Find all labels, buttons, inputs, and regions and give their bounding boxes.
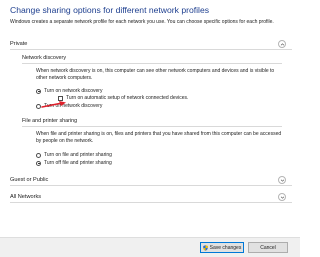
cancel-label: Cancel — [260, 244, 276, 251]
section-divider — [10, 185, 292, 186]
file-printer-sharing-heading: File and printer sharing — [22, 118, 78, 124]
section-divider — [10, 202, 292, 203]
option-label: Turn off file and printer sharing — [44, 160, 112, 166]
auto-setup-devices-option[interactable]: Turn on automatic setup of network conne… — [58, 95, 188, 101]
checkbox[interactable] — [58, 95, 63, 101]
option-label: Turn on file and printer sharing — [44, 152, 112, 158]
chevron-up-icon — [280, 42, 284, 45]
save-changes-label: Save changes — [209, 244, 242, 251]
option-label: Turn on network discovery — [44, 88, 103, 94]
all-networks-expand-button[interactable] — [278, 193, 286, 201]
chevron-down-icon — [280, 179, 284, 182]
subsection-divider — [22, 63, 282, 64]
annotation-arrow-icon — [41, 101, 66, 108]
radio-unselected[interactable] — [36, 152, 41, 158]
option-label: Turn on automatic setup of network conne… — [66, 95, 189, 101]
section-divider — [10, 49, 292, 50]
section-all-networks-label: All Networks — [10, 194, 42, 200]
turn-on-file-sharing-option[interactable]: Turn on file and printer sharing — [36, 152, 112, 158]
save-changes-button[interactable]: Save changes — [200, 242, 244, 253]
section-private-label: Private — [10, 41, 28, 47]
uac-shield-icon — [202, 244, 208, 251]
page-intro: Windows creates a separate network profi… — [10, 19, 274, 25]
network-discovery-description: When network discovery is on, this compu… — [36, 68, 275, 81]
turn-off-file-sharing-option[interactable]: Turn off file and printer sharing — [36, 160, 112, 166]
cancel-button[interactable]: Cancel — [248, 242, 288, 253]
private-collapse-button[interactable] — [278, 40, 286, 48]
section-guest-public-label: Guest or Public — [10, 177, 49, 183]
network-discovery-heading: Network discovery — [22, 55, 67, 61]
guest-public-expand-button[interactable] — [278, 176, 286, 184]
subsection-divider — [22, 126, 282, 127]
chevron-down-icon — [280, 196, 284, 199]
page-title: Change sharing options for different net… — [10, 5, 210, 15]
radio-selected[interactable] — [36, 160, 41, 166]
radio-selected[interactable] — [36, 88, 41, 94]
turn-on-network-discovery-option[interactable]: Turn on network discovery — [36, 88, 102, 94]
file-printer-sharing-description: When file and printer sharing is on, fil… — [36, 131, 282, 144]
